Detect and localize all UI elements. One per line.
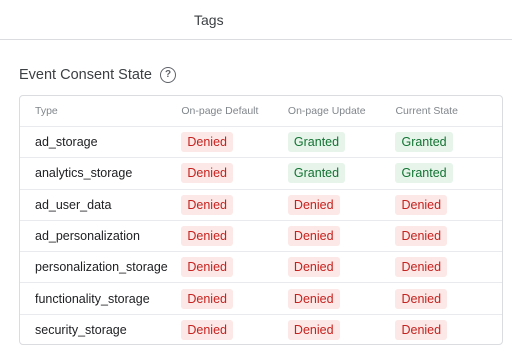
status-badge: Granted [395,132,453,153]
tab-tags[interactable]: Tags [194,12,224,28]
consent-type: ad_storage [35,135,98,150]
column-header-on-page-update: On-page Update [287,105,366,117]
table-header: Type On-page Default On-page Update Curr… [20,96,502,126]
table-row: analytics_storage Denied Granted Granted [20,157,502,188]
status-badge: Denied [181,132,233,153]
status-badge: Denied [287,194,340,215]
consent-type: analytics_storage [35,166,133,181]
status-badge: Denied [395,194,448,215]
status-badge: Denied [181,288,233,309]
table-row: personalization_storage Denied Denied De… [20,251,502,282]
consent-type: ad_user_data [35,197,112,212]
status-badge: Denied [181,163,233,184]
status-badge: Granted [395,163,453,184]
consent-state-table: Type On-page Default On-page Update Curr… [19,95,503,345]
column-header-current-state: Current State [395,105,458,117]
consent-type: security_storage [35,322,127,337]
status-badge: Denied [287,257,340,278]
column-header-type: Type [35,105,58,117]
status-badge: Denied [287,319,340,340]
top-tab-bar: Tags [0,0,512,40]
table-row: security_storage Denied Denied Denied [20,313,502,344]
table-row: functionality_storage Denied Denied Deni… [20,282,502,313]
section-header: Event Consent State ? [19,67,176,83]
help-icon[interactable]: ? [160,67,176,83]
consent-type: ad_personalization [35,229,140,244]
status-badge: Denied [181,319,233,340]
section-title: Event Consent State [19,67,152,83]
table-row: ad_personalization Denied Denied Denied [20,219,502,251]
status-badge: Denied [287,226,340,247]
status-badge: Granted [287,163,346,184]
table-row: ad_storage Denied Granted Granted [20,126,502,157]
status-badge: Denied [287,288,340,309]
table-row: ad_user_data Denied Denied Denied [20,188,502,220]
status-badge: Denied [181,257,233,278]
status-badge: Denied [181,226,233,247]
consent-type: personalization_storage [35,260,168,275]
column-header-on-page-default: On-page Default [181,105,259,117]
status-badge: Granted [287,132,346,153]
status-badge: Denied [181,194,233,215]
status-badge: Denied [395,319,448,340]
status-badge: Denied [395,226,448,247]
consent-type: functionality_storage [35,291,150,306]
status-badge: Denied [395,288,448,309]
status-badge: Denied [395,257,448,278]
